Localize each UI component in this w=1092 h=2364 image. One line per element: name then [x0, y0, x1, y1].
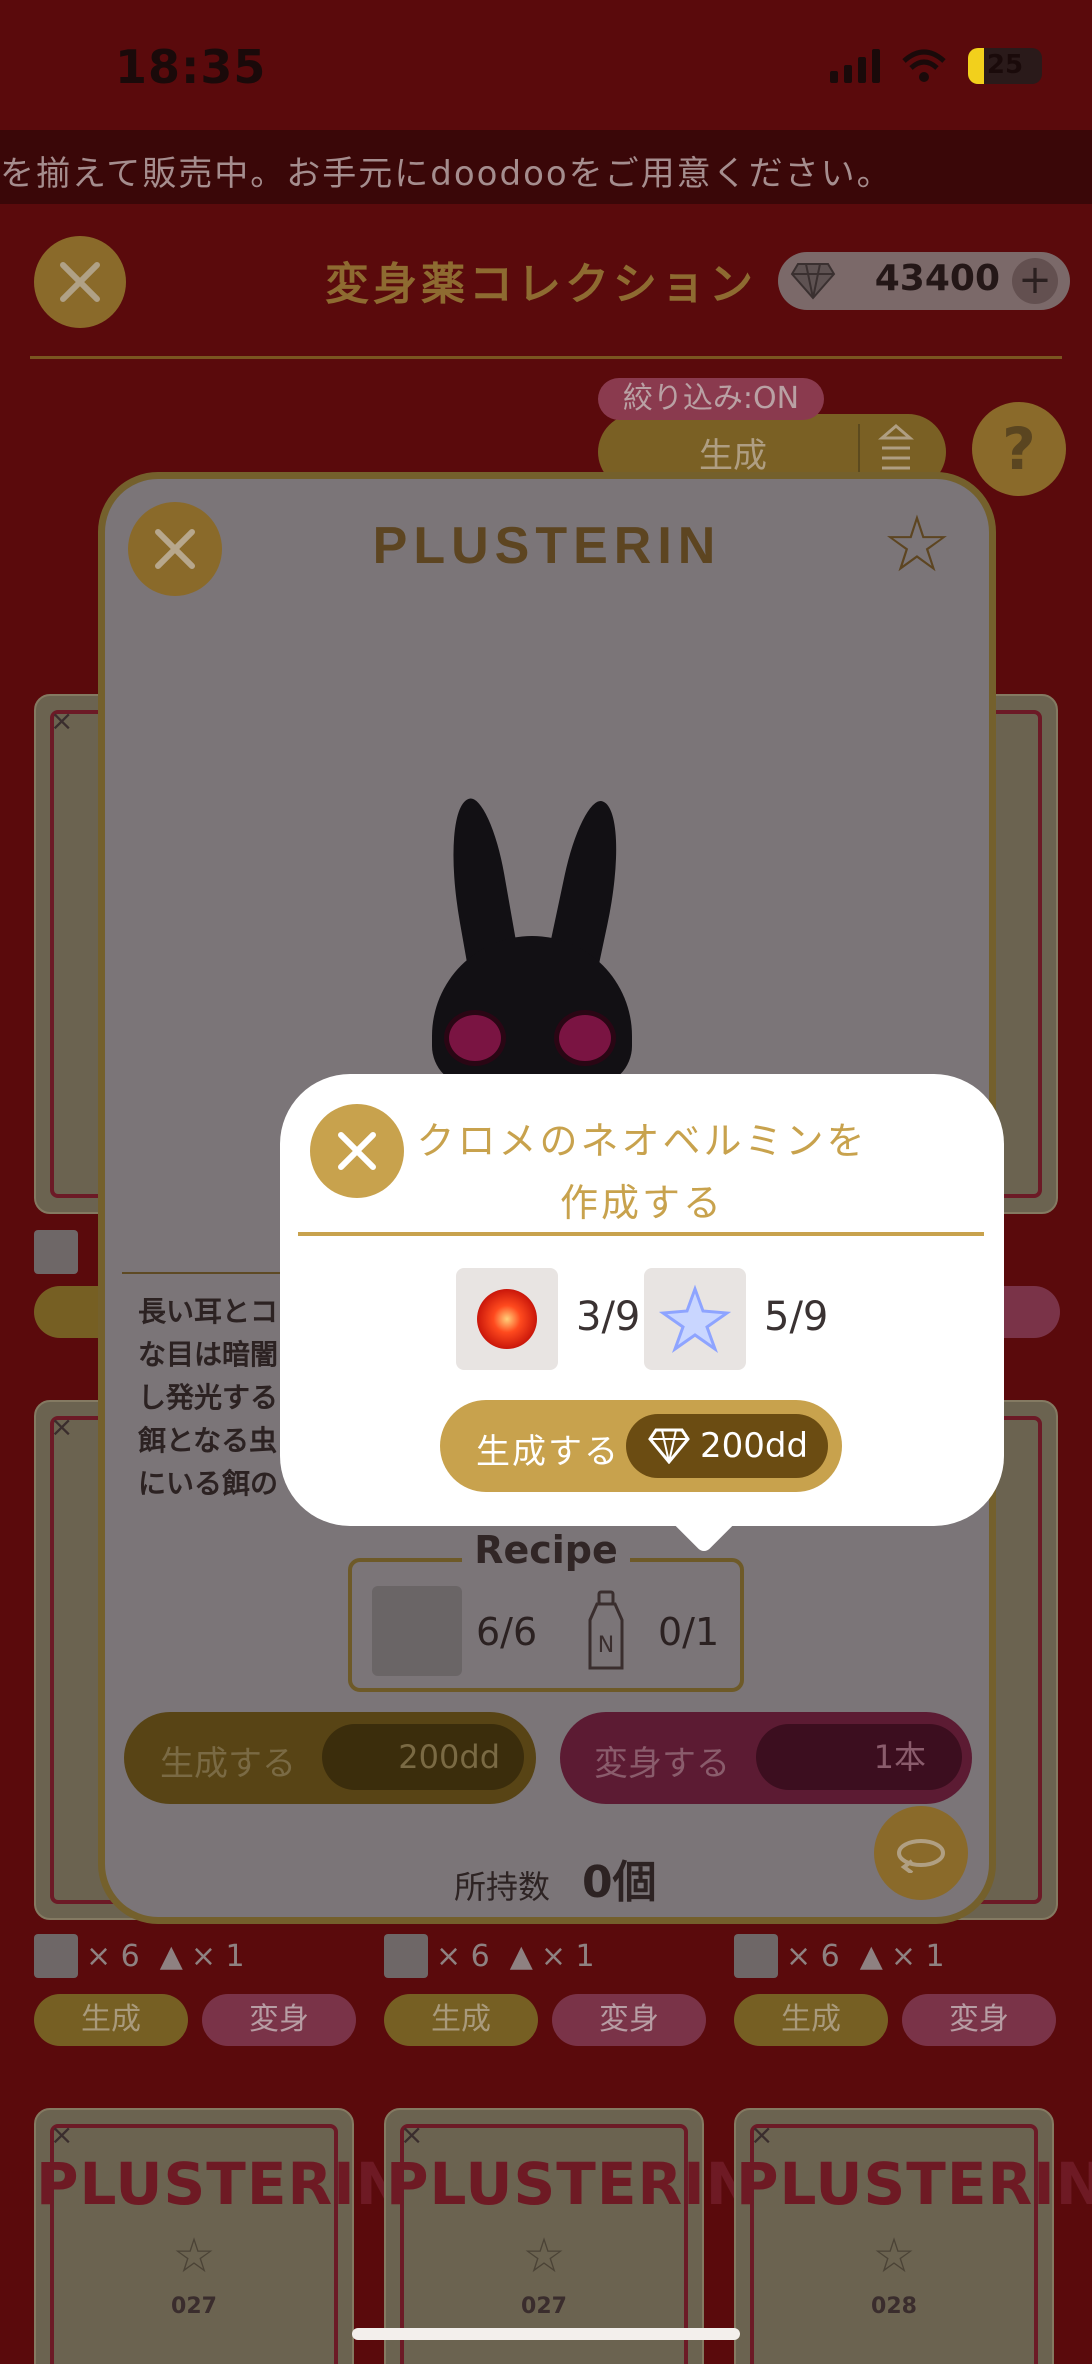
- detail-title: PLUSTERIN: [372, 517, 722, 575]
- card-requirements: × 6 ▲ × 1: [734, 1934, 945, 1978]
- mini-generate-button[interactable]: 生成: [734, 1994, 888, 2046]
- create-cost-badge: 200dd: [322, 1724, 524, 1790]
- popup-cost-value: 200dd: [700, 1426, 809, 1466]
- potion-bottle-icon: ▲: [159, 1938, 183, 1974]
- star-icon: ☆: [172, 2228, 216, 2284]
- popup-close-button[interactable]: [310, 1104, 404, 1198]
- help-button[interactable]: ?: [972, 402, 1066, 496]
- favorite-star-icon[interactable]: ☆: [882, 500, 952, 590]
- battery-icon: 25: [968, 48, 1042, 84]
- create-button-label: 生成する: [160, 1744, 296, 1784]
- ingredient-count: 3/9: [576, 1294, 641, 1340]
- wifi-icon: [902, 49, 946, 82]
- drop-icon: [372, 1586, 462, 1676]
- popup-divider: [298, 1232, 984, 1236]
- collection-card[interactable]: × PLUSTERIN ☆ 027: [384, 2108, 756, 2364]
- page-title: 変身薬コレクション: [325, 259, 757, 310]
- cellular-signal-icon: [830, 49, 880, 83]
- owned-value: 0個: [582, 1857, 657, 1908]
- card-number: 027: [521, 2294, 567, 2319]
- recipe-item-count: 6/6: [476, 1610, 538, 1654]
- owned-label: 所持数: [454, 1868, 551, 1906]
- balance-value: 43400: [874, 258, 1000, 299]
- ingredient-icon: [734, 1934, 778, 1978]
- recipe-item-count: 0/1: [658, 1610, 720, 1654]
- potion-bottle-icon: ▲: [859, 1938, 883, 1974]
- card-requirements: × 6 ▲ × 1: [34, 1934, 245, 1978]
- diamond-icon: [648, 1428, 690, 1464]
- add-currency-button[interactable]: +: [1012, 258, 1058, 304]
- card-logo: PLUSTERIN: [386, 2150, 756, 2218]
- header-divider: [30, 356, 1062, 359]
- sort-label: 生成: [699, 436, 767, 476]
- recipe-title: Recipe: [474, 1528, 618, 1572]
- collection-card[interactable]: × PLUSTERIN ☆ 027: [34, 2108, 406, 2364]
- ingredient-icon: [34, 1934, 78, 1978]
- collection-card[interactable]: × PLUSTERIN ☆ 028: [734, 2108, 1092, 2364]
- card-number: 027: [171, 2294, 217, 2319]
- mini-generate-button[interactable]: 生成: [34, 1994, 188, 2046]
- ticker-text: を揃えて販売中。お手元にdoodooをご用意ください。: [0, 154, 893, 194]
- card-requirements: × 6 ▲ × 1: [384, 1934, 595, 1978]
- popup-title: 作成する: [559, 1181, 724, 1225]
- mini-transform-button[interactable]: 変身: [552, 1994, 706, 2046]
- card-logo: PLUSTERIN: [36, 2150, 406, 2218]
- card-remove-icon[interactable]: ×: [750, 2118, 773, 2151]
- card-remove-icon[interactable]: ×: [50, 2118, 73, 2151]
- card-number: 028: [871, 2294, 917, 2319]
- mini-generate-button[interactable]: 生成: [384, 1994, 538, 2046]
- mini-transform-button[interactable]: 変身: [202, 1994, 356, 2046]
- rotate-icon: [897, 1839, 945, 1873]
- status-time: 18:35: [115, 40, 267, 94]
- rotate-view-button[interactable]: [874, 1806, 968, 1900]
- battery-percent: 25: [986, 50, 1024, 80]
- potion-bottle-icon: N: [588, 1590, 624, 1670]
- diamond-icon: [790, 263, 836, 300]
- svg-text:N: N: [598, 1633, 614, 1658]
- filter-status-badge[interactable]: 絞り込み:ON: [598, 378, 824, 420]
- potion-bottle-icon: ▲: [509, 1938, 533, 1974]
- creature-eye: [444, 1010, 506, 1066]
- popup-title: クロメのネオベルミンを: [416, 1119, 868, 1163]
- creature-eye: [554, 1010, 616, 1066]
- blue-star-icon: [644, 1268, 746, 1370]
- close-button[interactable]: [34, 236, 126, 328]
- red-orb-icon: [456, 1268, 558, 1370]
- star-icon: ☆: [872, 2228, 916, 2284]
- close-icon: [338, 1132, 376, 1170]
- sort-order-icon[interactable]: [878, 424, 914, 476]
- card-remove-icon[interactable]: ×: [400, 2118, 423, 2151]
- star-icon: ☆: [522, 2228, 566, 2284]
- card-logo: PLUSTERIN: [736, 2150, 1092, 2218]
- ingredient-icon: [384, 1934, 428, 1978]
- ingredient-count: 5/9: [764, 1294, 829, 1340]
- home-indicator[interactable]: [352, 2328, 740, 2340]
- mini-transform-button[interactable]: 変身: [902, 1994, 1056, 2046]
- close-icon: [60, 262, 100, 302]
- status-icons: 25: [830, 48, 1042, 84]
- popup-create-label: 生成する: [476, 1432, 620, 1472]
- ingredient-icon: [34, 1230, 78, 1274]
- transform-cost-badge: 1本: [756, 1724, 962, 1790]
- transform-button-label: 変身する: [594, 1744, 730, 1784]
